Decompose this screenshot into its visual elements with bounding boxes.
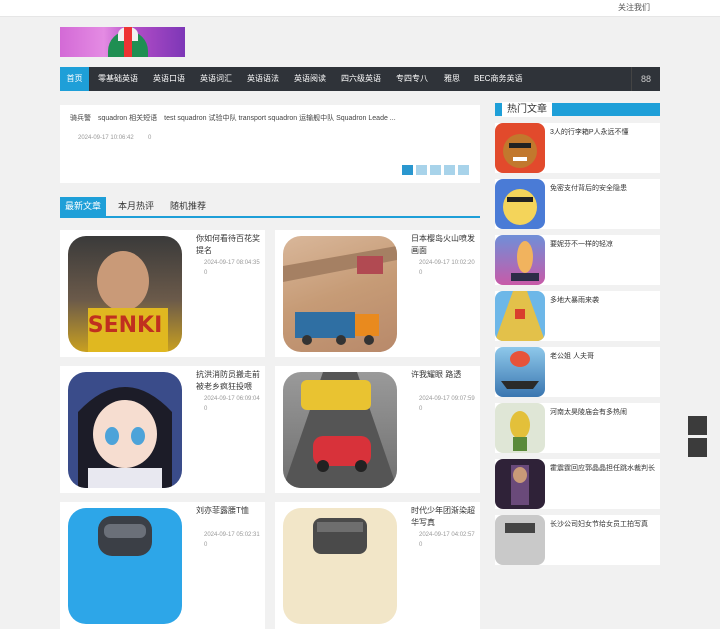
post-meta: 2024-09-17 10:02:20 0 bbox=[419, 260, 475, 276]
top-bar: 关注我们 bbox=[0, 0, 720, 17]
list-item-thumbnail[interactable] bbox=[495, 291, 545, 341]
tab-random[interactable]: 随机推荐 bbox=[170, 197, 206, 216]
grid-icon[interactable]: 88 bbox=[631, 67, 660, 91]
slider-dot[interactable] bbox=[444, 165, 455, 175]
slider-title[interactable]: 骑兵警 squadron 相关短语 test squadron 试验中队 tra… bbox=[70, 113, 396, 123]
list-item-title[interactable]: 免密支付背后的安全隐患 bbox=[550, 183, 627, 193]
nav-item-bec[interactable]: BEC商务英语 bbox=[474, 67, 522, 91]
post-title[interactable]: 日本樱岛火山喷发画面 bbox=[411, 233, 477, 257]
list-item-thumbnail[interactable] bbox=[495, 515, 545, 565]
post-card[interactable]: 许我耀眼 路透 2024-09-17 09:07:59 0 bbox=[275, 366, 480, 493]
tab-monthly-hot[interactable]: 本月热评 bbox=[118, 197, 154, 216]
list-item[interactable]: 3人的行李箱P人永远不懂 bbox=[495, 123, 660, 173]
follow-us-link[interactable]: 关注我们 bbox=[618, 2, 650, 13]
post-title[interactable]: 你如何看待百花奖提名 bbox=[196, 233, 262, 257]
nav-item-home[interactable]: 首页 bbox=[60, 67, 89, 91]
list-item[interactable]: 免密支付背后的安全隐患 bbox=[495, 179, 660, 229]
list-item-title[interactable]: 长沙公司妇女节给女员工拍写真 bbox=[550, 519, 648, 529]
nav-item-beginner[interactable]: 零基础英语 bbox=[98, 67, 138, 91]
list-item-thumbnail[interactable] bbox=[495, 179, 545, 229]
slider-dot[interactable] bbox=[416, 165, 427, 175]
post-card[interactable]: 时代少年团渐染超华写真 2024-09-17 04:02:57 0 bbox=[275, 502, 480, 629]
float-button-bottom[interactable] bbox=[688, 438, 707, 457]
post-thumbnail[interactable] bbox=[68, 372, 182, 488]
nav-item-ielts[interactable]: 雅思 bbox=[444, 67, 460, 91]
list-item[interactable]: 河南太昊陵庙会有多热闹 bbox=[495, 403, 660, 453]
list-item-title[interactable]: 3人的行李箱P人永远不懂 bbox=[550, 127, 629, 137]
hot-articles-header: 热门文章 bbox=[495, 102, 660, 117]
list-item-thumbnail[interactable] bbox=[495, 459, 545, 509]
list-item-title[interactable]: 河南太昊陵庙会有多热闹 bbox=[550, 407, 627, 417]
post-title[interactable]: 刘亦菲露腰T恤 bbox=[196, 505, 262, 517]
list-item-thumbnail[interactable] bbox=[495, 123, 545, 173]
post-thumbnail[interactable] bbox=[283, 372, 397, 488]
slider-dot[interactable] bbox=[458, 165, 469, 175]
post-card[interactable]: 刘亦菲露腰T恤 2024-09-17 05:02:31 0 bbox=[60, 502, 265, 629]
float-button-top[interactable] bbox=[688, 416, 707, 435]
post-thumbnail[interactable]: SENKI bbox=[68, 236, 182, 352]
list-item-title[interactable]: 老公姐 人夫哥 bbox=[550, 351, 594, 361]
list-item[interactable]: 要妮芬不一样的轻凉 bbox=[495, 235, 660, 285]
list-item[interactable]: 霍震霆回应郭晶晶担任跳水裁判长 bbox=[495, 459, 660, 509]
site-logo[interactable] bbox=[60, 27, 185, 57]
post-meta: 2024-09-17 05:02:31 0 bbox=[204, 532, 260, 548]
featured-slider: 骑兵警 squadron 相关短语 test squadron 试验中队 tra… bbox=[60, 105, 480, 183]
post-meta: 2024-09-17 06:09:04 0 bbox=[204, 396, 260, 412]
slider-dot[interactable] bbox=[430, 165, 441, 175]
list-item[interactable]: 老公姐 人夫哥 bbox=[495, 347, 660, 397]
list-item[interactable]: 多地大暴雨来袭 bbox=[495, 291, 660, 341]
list-item-title[interactable]: 霍震霆回应郭晶晶担任跳水裁判长 bbox=[550, 463, 655, 473]
post-meta: 2024-09-17 04:02:57 0 bbox=[419, 532, 475, 548]
list-item-thumbnail[interactable] bbox=[495, 235, 545, 285]
nav-item-vocabulary[interactable]: 英语词汇 bbox=[200, 67, 232, 91]
main-nav: 首页 零基础英语 英语口语 英语词汇 英语语法 英语阅读 四六级英语 专四专八 … bbox=[60, 67, 660, 91]
list-item[interactable]: 长沙公司妇女节给女员工拍写真 bbox=[495, 515, 660, 565]
nav-item-cet[interactable]: 四六级英语 bbox=[341, 67, 381, 91]
tab-latest[interactable]: 最新文章 bbox=[60, 197, 107, 216]
list-item-thumbnail[interactable] bbox=[495, 403, 545, 453]
nav-item-tem[interactable]: 专四专八 bbox=[396, 67, 428, 91]
post-meta: 2024-09-17 09:07:59 0 bbox=[419, 396, 475, 412]
nav-item-speaking[interactable]: 英语口语 bbox=[153, 67, 185, 91]
nav-item-grammar[interactable]: 英语语法 bbox=[247, 67, 279, 91]
list-item-title[interactable]: 要妮芬不一样的轻凉 bbox=[550, 239, 613, 249]
post-thumbnail[interactable] bbox=[283, 508, 397, 624]
list-item-thumbnail[interactable] bbox=[495, 347, 545, 397]
post-title[interactable]: 抗洪消防员搬走前被老乡疯狂投喂 bbox=[196, 369, 262, 393]
slider-date: 2024-09-17 10:06:42 bbox=[78, 135, 134, 141]
post-meta: 2024-09-17 08:04:35 0 bbox=[204, 260, 260, 276]
post-title[interactable]: 许我耀眼 路透 bbox=[411, 369, 477, 381]
hot-articles-title: 热门文章 bbox=[502, 102, 552, 117]
nav-item-reading[interactable]: 英语阅读 bbox=[294, 67, 326, 91]
svg-text:SENKI: SENKI bbox=[88, 313, 163, 338]
post-thumbnail[interactable] bbox=[283, 236, 397, 352]
post-card[interactable]: 日本樱岛火山喷发画面 2024-09-17 10:02:20 0 bbox=[275, 230, 480, 357]
article-tabs: 最新文章 本月热评 随机推荐 bbox=[60, 197, 480, 218]
slider-comment-count: 0 bbox=[148, 135, 152, 141]
post-thumbnail[interactable] bbox=[68, 508, 182, 624]
post-card[interactable]: 抗洪消防员搬走前被老乡疯狂投喂 2024-09-17 06:09:04 0 bbox=[60, 366, 265, 493]
post-card[interactable]: SENKI 你如何看待百花奖提名 2024-09-17 08:04:35 0 bbox=[60, 230, 265, 357]
slider-dot[interactable] bbox=[402, 165, 413, 175]
list-item-title[interactable]: 多地大暴雨来袭 bbox=[550, 295, 599, 305]
post-title[interactable]: 时代少年团渐染超华写真 bbox=[411, 505, 477, 529]
